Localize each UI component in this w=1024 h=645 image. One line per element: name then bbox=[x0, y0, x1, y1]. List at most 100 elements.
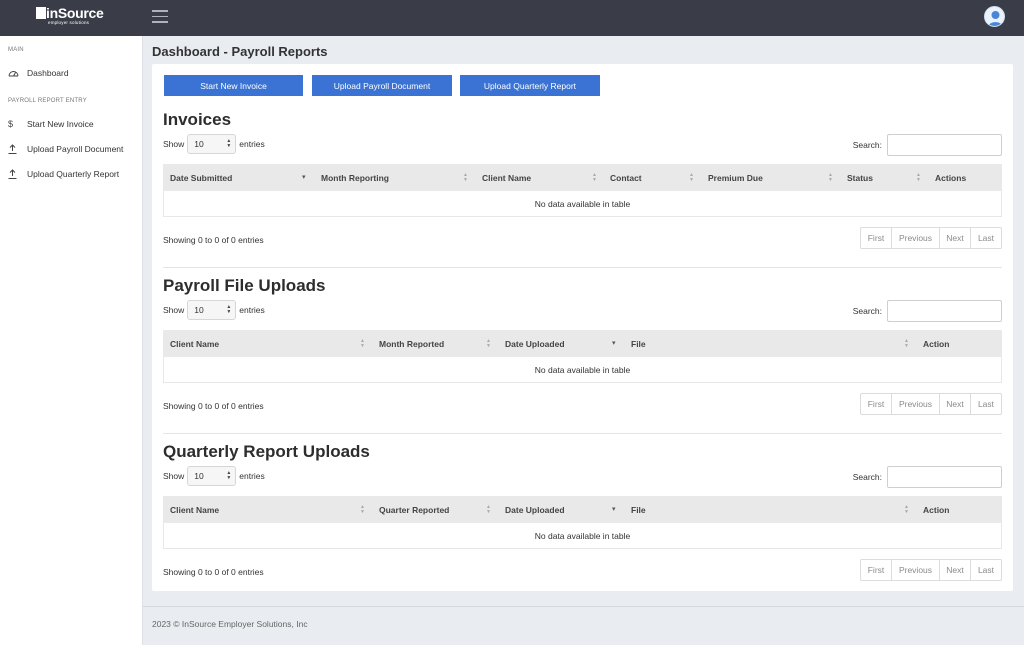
search-input[interactable] bbox=[887, 300, 1002, 322]
column-header[interactable]: Client Name bbox=[170, 330, 219, 357]
empty-table-row: No data available in table bbox=[163, 357, 1002, 383]
logo-mark bbox=[36, 7, 46, 19]
pager-last-button[interactable]: Last bbox=[971, 228, 1001, 248]
pager-previous-button[interactable]: Previous bbox=[892, 394, 940, 414]
entries-label: entries bbox=[239, 139, 265, 149]
sort-icon: ▲ ▼ bbox=[828, 171, 833, 183]
logo-text: inSource bbox=[46, 5, 104, 21]
pager-previous-button[interactable]: Previous bbox=[892, 560, 940, 580]
search-input[interactable] bbox=[887, 466, 1002, 488]
pager-last-button[interactable]: Last bbox=[971, 394, 1001, 414]
top-bar: inSource employer solutions bbox=[0, 0, 1024, 36]
table-header: Client Name ▲ ▼ Quarter Reported ▲ ▼ Date … bbox=[163, 496, 1002, 523]
entries-label: entries bbox=[239, 305, 265, 315]
column-header[interactable]: Contact bbox=[610, 164, 642, 191]
column-header[interactable]: File bbox=[631, 330, 646, 357]
search-label: Search: bbox=[852, 472, 882, 482]
sidebar-item-upload-quarterly[interactable]: Upload Quarterly Report bbox=[8, 166, 119, 182]
brand-logo[interactable]: inSource employer solutions bbox=[36, 5, 104, 27]
table-header: Client Name ▲ ▼ Month Reported ▲ ▼ Date Up… bbox=[163, 330, 1002, 357]
sort-icon: ▲ ▼ bbox=[360, 503, 365, 515]
upload-payroll-document-button[interactable]: Upload Payroll Document bbox=[312, 75, 452, 96]
column-header[interactable]: Month Reporting bbox=[321, 164, 389, 191]
column-header[interactable]: Actions bbox=[935, 164, 966, 191]
length-control: Show 10 ▲ ▼ entries bbox=[163, 466, 265, 486]
column-header[interactable]: Quarter Reported bbox=[379, 496, 449, 523]
pagination: First Previous Next Last bbox=[860, 559, 1002, 581]
column-header[interactable]: Month Reported bbox=[379, 330, 444, 357]
show-label: Show bbox=[163, 139, 185, 149]
sidebar-item-upload-payroll[interactable]: Upload Payroll Document bbox=[8, 141, 123, 157]
entries-select[interactable]: 10 ▲ ▼ bbox=[187, 300, 237, 320]
column-header[interactable]: Action bbox=[923, 496, 949, 523]
column-header[interactable]: Action bbox=[923, 330, 949, 357]
search-label: Search: bbox=[852, 140, 882, 150]
dollar-icon: $ bbox=[8, 119, 14, 129]
sort-desc-icon: ▾ bbox=[612, 340, 616, 347]
pager-first-button[interactable]: First bbox=[861, 560, 892, 580]
select-arrows-icon: ▲ ▼ bbox=[226, 138, 232, 149]
column-header[interactable]: Client Name bbox=[482, 164, 531, 191]
section-divider bbox=[163, 267, 1002, 268]
upload-icon bbox=[8, 169, 27, 179]
column-header[interactable]: Premium Due bbox=[708, 164, 763, 191]
sort-icon: ▲ ▼ bbox=[486, 503, 491, 515]
search-input[interactable] bbox=[887, 134, 1002, 156]
sidebar: MAIN Dashboard PAYROLL REPORT ENTRY $ St… bbox=[0, 36, 143, 645]
sort-icon: ▲ ▼ bbox=[463, 171, 468, 183]
sort-icon: ▲ ▼ bbox=[916, 171, 921, 183]
column-header[interactable]: Status bbox=[847, 164, 873, 191]
pager-first-button[interactable]: First bbox=[861, 228, 892, 248]
length-control: Show 10 ▲ ▼ entries bbox=[163, 300, 265, 320]
user-avatar-icon[interactable] bbox=[984, 6, 1005, 27]
sort-icon: ▲ ▼ bbox=[904, 503, 909, 515]
pager-next-button[interactable]: Next bbox=[940, 228, 971, 248]
entries-select[interactable]: 10 ▲ ▼ bbox=[187, 466, 237, 486]
entries-select-value: 10 bbox=[194, 139, 204, 149]
sort-icon: ▲ ▼ bbox=[486, 337, 491, 349]
footer-copyright: 2023 © InSource Employer Solutions, Inc bbox=[152, 619, 308, 629]
table-header: Date Submitted ▾ Month Reporting ▲ ▼ Clie… bbox=[163, 164, 1002, 191]
upload-icon bbox=[8, 144, 27, 154]
column-header[interactable]: File bbox=[631, 496, 646, 523]
pager-last-button[interactable]: Last bbox=[971, 560, 1001, 580]
sidebar-item-label: Upload Quarterly Report bbox=[27, 169, 120, 179]
pager-next-button[interactable]: Next bbox=[940, 394, 971, 414]
footer: 2023 © InSource Employer Solutions, Inc bbox=[143, 606, 1024, 645]
invoices-title: Invoices bbox=[163, 110, 232, 129]
sidebar-item-dashboard[interactable]: Dashboard bbox=[8, 65, 69, 81]
empty-table-row: No data available in table bbox=[163, 191, 1002, 217]
page-title: Dashboard - Payroll Reports bbox=[152, 44, 328, 59]
search-control: Search: bbox=[853, 466, 1002, 488]
sort-desc-icon: ▾ bbox=[302, 174, 306, 181]
start-new-invoice-button[interactable]: Start New Invoice bbox=[164, 75, 303, 96]
sidebar-item-start-invoice[interactable]: $ Start New Invoice bbox=[8, 116, 94, 132]
payroll-uploads-title: Payroll File Uploads bbox=[163, 276, 326, 295]
upload-quarterly-report-button[interactable]: Upload Quarterly Report bbox=[460, 75, 600, 96]
column-header[interactable]: Date Uploaded bbox=[505, 496, 565, 523]
entries-select[interactable]: 10 ▲ ▼ bbox=[187, 134, 237, 154]
logo-subtitle: employer solutions bbox=[48, 20, 90, 25]
search-control: Search: bbox=[853, 134, 1002, 156]
pagination: First Previous Next Last bbox=[860, 393, 1002, 415]
sort-icon: ▲ ▼ bbox=[592, 171, 597, 183]
show-label: Show bbox=[163, 305, 185, 315]
menu-toggle-icon[interactable] bbox=[152, 10, 168, 24]
empty-table-row: No data available in table bbox=[163, 523, 1002, 549]
pager-previous-button[interactable]: Previous bbox=[892, 228, 940, 248]
entries-select-value: 10 bbox=[194, 471, 204, 481]
search-label: Search: bbox=[852, 306, 882, 316]
sort-icon: ▲ ▼ bbox=[904, 337, 909, 349]
sort-icon: ▲ ▼ bbox=[360, 337, 365, 349]
entries-select-value: 10 bbox=[194, 305, 204, 315]
pager-next-button[interactable]: Next bbox=[940, 560, 971, 580]
column-header[interactable]: Date Submitted bbox=[170, 164, 232, 191]
column-header[interactable]: Client Name bbox=[170, 496, 219, 523]
pager-first-button[interactable]: First bbox=[861, 394, 892, 414]
main-card: Start New Invoice Upload Payroll Documen… bbox=[152, 64, 1013, 591]
column-header[interactable]: Date Uploaded bbox=[505, 330, 565, 357]
sidebar-item-label: Dashboard bbox=[27, 68, 69, 78]
length-control: Show 10 ▲ ▼ entries bbox=[163, 134, 265, 154]
table-info: Showing 0 to 0 of 0 entries bbox=[163, 235, 264, 245]
pagination: First Previous Next Last bbox=[860, 227, 1002, 249]
